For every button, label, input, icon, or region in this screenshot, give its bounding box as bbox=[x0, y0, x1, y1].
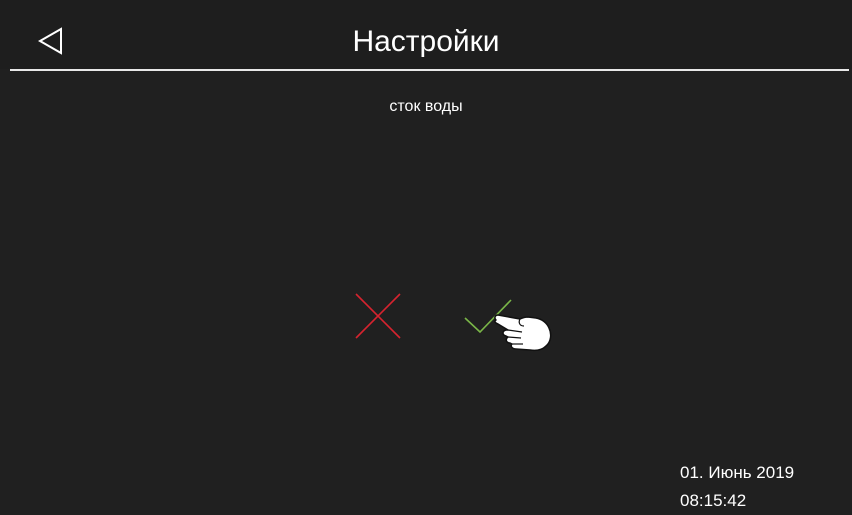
header-bar: Настройки bbox=[0, 0, 852, 69]
cancel-button[interactable] bbox=[350, 288, 406, 344]
date-text: 01. Июнь 2019 bbox=[680, 463, 795, 482]
time-text: 08:15:42 bbox=[680, 491, 747, 510]
page-title: Настройки bbox=[352, 25, 500, 58]
cross-icon bbox=[355, 293, 401, 339]
settings-screen: Настройки сток воды 01. Июнь 2019 08:15:… bbox=[0, 0, 852, 515]
setting-name-label: сток воды bbox=[389, 98, 463, 115]
datetime-display: 01. Июнь 2019 08:15:42 bbox=[680, 459, 840, 515]
header-divider bbox=[10, 69, 849, 71]
hand-pointer-icon bbox=[490, 306, 560, 354]
